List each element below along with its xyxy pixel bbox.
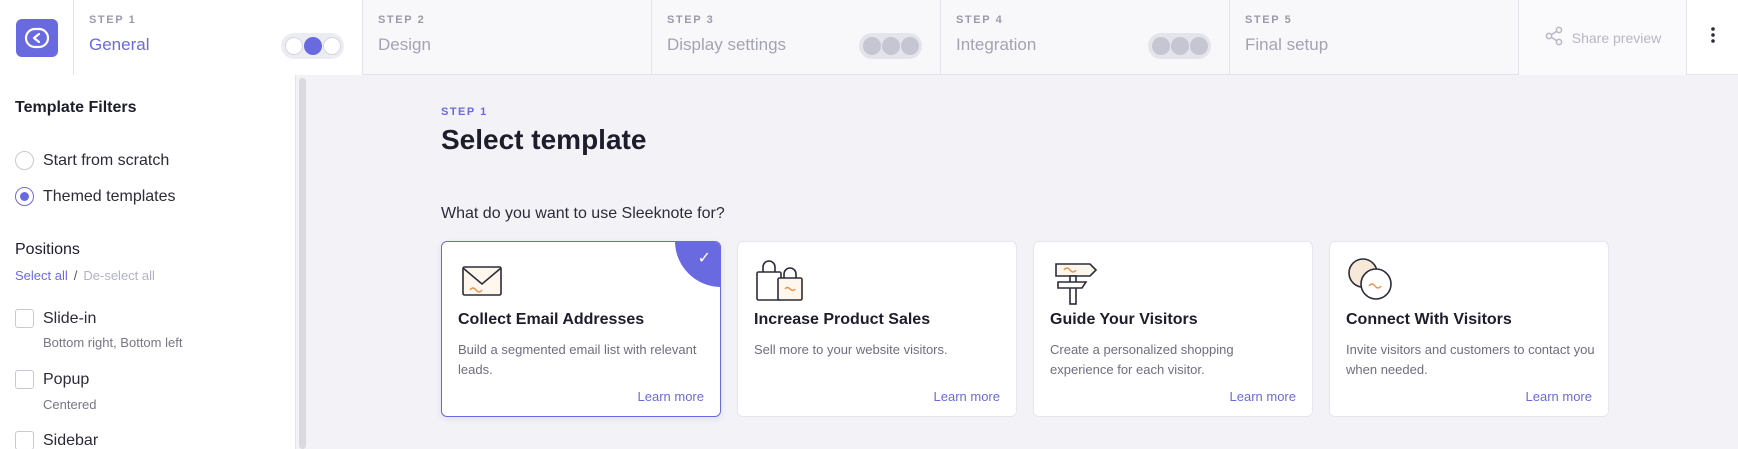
checkbox[interactable] (15, 309, 34, 328)
progress-dot (303, 37, 322, 55)
checkbox-popup[interactable]: Popup (15, 370, 89, 389)
template-card-increase-sales[interactable]: Increase Product Sales Sell more to your… (737, 241, 1017, 417)
card-description: Create a personalized shopping experienc… (1050, 342, 1234, 377)
checkbox-sublabel: Centered (43, 397, 97, 412)
progress-dot (284, 37, 303, 55)
step-integration[interactable]: STEP 4 Integration (941, 0, 1230, 75)
chat-bubbles-icon (1346, 256, 1394, 304)
page-title: Select template (441, 124, 647, 155)
checkbox[interactable] (15, 370, 34, 389)
learn-more-link[interactable]: Learn more (1230, 389, 1296, 404)
template-filters-sidebar: Template Filters Start from scratch Them… (0, 75, 296, 449)
checkbox-label: Sidebar (43, 432, 99, 449)
link-separator: / (73, 268, 78, 283)
step-number: STEP 3 (667, 14, 715, 26)
step-display-settings[interactable]: STEP 3 Display settings (652, 0, 941, 75)
learn-more-link[interactable]: Learn more (934, 389, 1000, 404)
step-final-setup[interactable]: STEP 5 Final setup (1230, 0, 1519, 75)
card-title: Increase Product Sales (754, 311, 931, 328)
step-number: STEP 4 (956, 14, 1004, 26)
share-icon (1544, 26, 1564, 49)
card-title: Collect Email Addresses (458, 311, 645, 328)
progress-dot (1170, 37, 1189, 55)
template-card-guide-visitors[interactable]: Guide Your Visitors Create a personalize… (1033, 241, 1313, 417)
more-options-button[interactable] (1687, 0, 1738, 74)
progress-dot (1189, 37, 1208, 55)
filters-title: Template Filters (15, 99, 137, 116)
checkbox-label: Popup (43, 371, 90, 388)
template-card-collect-email[interactable]: ✓ Collect Email Addresses Build a segmen… (441, 241, 721, 417)
radio-button[interactable] (15, 187, 34, 206)
learn-more-link[interactable]: Learn more (638, 389, 704, 404)
checkbox-sublabel: Bottom right, Bottom left (43, 335, 183, 350)
kebab-menu-icon (1710, 26, 1716, 49)
step-general[interactable]: STEP 1 General (74, 0, 363, 75)
radio-start-from-scratch[interactable]: Start from scratch (15, 151, 169, 170)
checkbox-sidebar[interactable]: Sidebar (15, 431, 98, 449)
positions-title: Positions (15, 241, 80, 258)
checkbox-slide-in[interactable]: Slide-in (15, 309, 96, 328)
select-all-link[interactable]: Select all (15, 268, 68, 283)
signpost-icon (1050, 256, 1098, 305)
shopping-bags-icon (754, 256, 803, 304)
card-title: Connect With Visitors (1346, 311, 1512, 328)
back-icon (15, 18, 58, 57)
step-progress-dots (1148, 33, 1211, 59)
step-number: STEP 5 (1245, 14, 1293, 26)
progress-dot (900, 37, 919, 55)
step-number: STEP 2 (378, 14, 426, 26)
progress-dot (1151, 37, 1170, 55)
progress-dot (862, 37, 881, 55)
progress-dot (322, 37, 341, 55)
share-preview-button[interactable]: Share preview (1519, 0, 1687, 75)
card-description: Invite visitors and customers to contact… (1346, 342, 1595, 377)
step-title: Design (378, 35, 431, 54)
step-progress-dots (281, 33, 344, 59)
envelope-icon (458, 256, 506, 304)
checkbox-label: Slide-in (43, 310, 97, 327)
main-step-label: STEP 1 (441, 106, 488, 118)
step-progress-dots (859, 33, 922, 59)
deselect-all-link[interactable]: De-select all (83, 268, 155, 283)
card-description: Build a segmented email list with releva… (458, 342, 697, 377)
share-preview-label: Share preview (1571, 29, 1662, 46)
step-number: STEP 1 (89, 14, 137, 26)
back-button[interactable] (0, 0, 74, 75)
card-description: Sell more to your website visitors. (754, 342, 948, 357)
radio-button[interactable] (15, 151, 34, 170)
learn-more-link[interactable]: Learn more (1526, 389, 1592, 404)
selected-indicator: ✓ (675, 242, 720, 287)
template-card-connect-visitors[interactable]: Connect With Visitors Invite visitors an… (1329, 241, 1609, 417)
card-title: Guide Your Visitors (1050, 311, 1198, 328)
checkbox[interactable] (15, 431, 34, 449)
radio-label: Themed templates (43, 187, 176, 205)
check-icon: ✓ (697, 250, 711, 267)
step-title: Final setup (1245, 35, 1329, 54)
step-design[interactable]: STEP 2 Design (363, 0, 652, 75)
sidebar-scrollbar[interactable] (299, 78, 306, 449)
stepper-bar: STEP 1 General STEP 2 Design STEP 3 Disp… (0, 0, 1738, 75)
radio-themed-templates[interactable]: Themed templates (15, 187, 176, 206)
selection-links: Select all / De-select all (15, 268, 155, 283)
progress-dot (881, 37, 900, 55)
radio-label: Start from scratch (43, 151, 170, 169)
use-case-question: What do you want to use Sleeknote for? (441, 205, 725, 222)
